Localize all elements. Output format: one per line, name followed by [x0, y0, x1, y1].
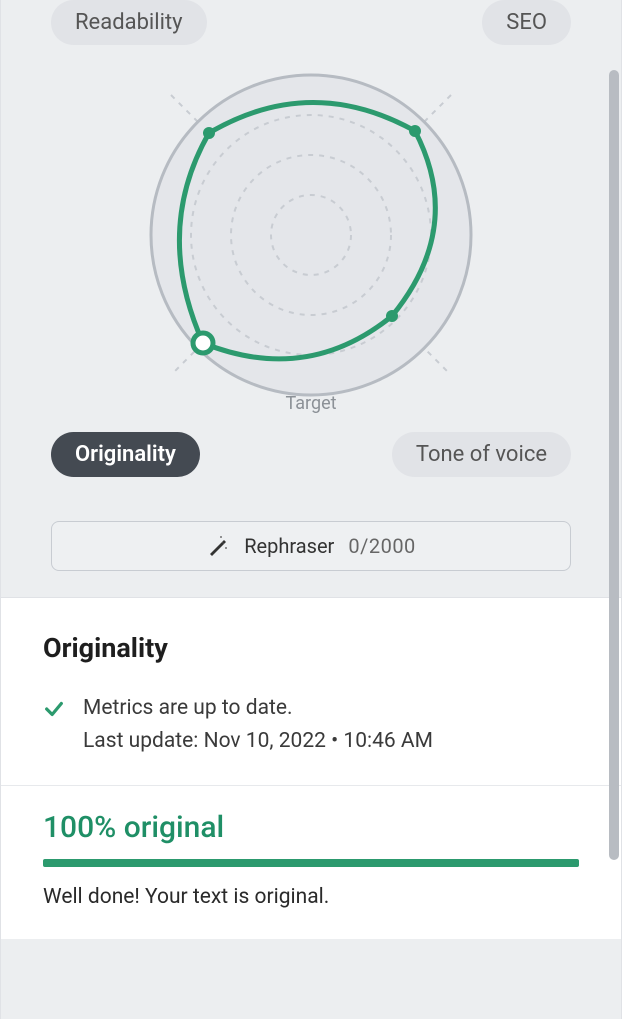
top-pill-row: Readability SEO [51, 0, 571, 45]
rephraser-count: 0/2000 [348, 534, 415, 558]
tab-originality[interactable]: Originality [51, 432, 200, 477]
section-title: Originality [43, 632, 579, 664]
status-row: Metrics are up to date. Last update: Nov… [43, 692, 579, 757]
target-label: Target [51, 393, 571, 414]
status-line-2: Last update: Nov 10, 2022 • 10:46 AM [83, 725, 433, 758]
result-headline: 100% original [43, 810, 579, 845]
tab-readability[interactable]: Readability [51, 0, 207, 45]
result-progress-bar [43, 859, 579, 867]
result-message: Well done! Your text is original. [43, 885, 579, 909]
check-icon [43, 698, 65, 720]
magic-wand-icon [206, 534, 230, 558]
bottom-pill-row: Originality Tone of voice [51, 432, 571, 477]
status-line-1: Metrics are up to date. [83, 692, 433, 725]
radar-area: Readability SEO [1, 0, 621, 497]
rephraser-label: Rephraser [244, 534, 334, 558]
originality-section: Originality Metrics are up to date. Last… [1, 597, 621, 785]
tab-tone-of-voice[interactable]: Tone of voice [392, 432, 571, 477]
rephraser-button[interactable]: Rephraser 0/2000 [51, 521, 571, 571]
radar-chart [51, 45, 571, 419]
tab-seo[interactable]: SEO [482, 0, 571, 45]
radar-svg [131, 55, 491, 415]
analysis-panel: Readability SEO [0, 0, 622, 1019]
result-section: 100% original Well done! Your text is or… [1, 786, 621, 939]
status-text: Metrics are up to date. Last update: Nov… [83, 692, 433, 757]
